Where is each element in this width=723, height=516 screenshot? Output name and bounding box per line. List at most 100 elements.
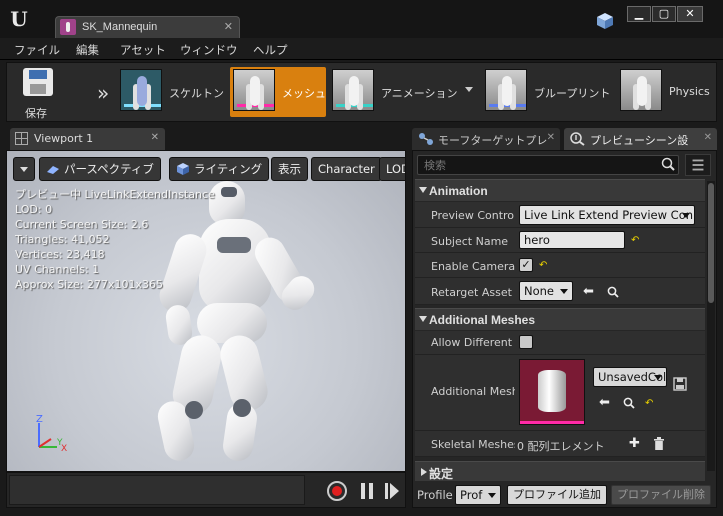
chevron-down-icon	[560, 289, 568, 294]
tab-preview-scene-settings[interactable]: プレビューシーン設 ✕	[564, 128, 717, 150]
subject-name-label: Subject Name	[431, 235, 509, 248]
mode-blueprint-button[interactable]: ブループリント	[482, 67, 612, 117]
mode-skeleton-button[interactable]: スケルトン	[117, 67, 224, 117]
mode-animation-button[interactable]: アニメーション	[329, 67, 477, 117]
perspective-icon	[47, 166, 59, 174]
character-button[interactable]: Character	[311, 157, 382, 181]
collapse-arrow-icon	[421, 468, 427, 476]
viewport-tab-label: Viewport 1	[34, 132, 94, 145]
stat-uv-channels: UV Channels: 1	[15, 263, 100, 276]
blueprint-thumbnail-icon	[485, 69, 527, 111]
mode-skeleton-label: スケルトン	[169, 87, 224, 100]
mode-physics-label: Physics	[669, 85, 710, 98]
add-profile-button[interactable]: プロファイル追加	[507, 485, 607, 505]
help-cube-icon[interactable]	[596, 12, 614, 30]
axis-x-label: X	[61, 444, 67, 453]
row-retarget-asset: Retarget Asset None ⬅	[415, 278, 705, 305]
animation-dropdown-icon[interactable]	[465, 87, 473, 92]
menu-asset[interactable]: アセット	[120, 42, 166, 58]
save-asset-icon[interactable]	[673, 377, 687, 391]
search-input[interactable]	[418, 156, 678, 174]
perspective-button[interactable]: パースペクティブ	[39, 157, 161, 181]
lighting-button[interactable]: ライティング	[169, 157, 270, 181]
profile-dropdown[interactable]: Prof	[455, 485, 501, 505]
additional-mesh-dropdown[interactable]: UnsavedCol	[593, 367, 667, 387]
minimize-button[interactable]: ▁	[627, 6, 651, 22]
asset-tab-label: SK_Mannequin	[82, 21, 158, 33]
tab-morph-close-icon[interactable]: ✕	[547, 132, 555, 143]
viewport-tab[interactable]: Viewport 1 ✕	[10, 128, 165, 150]
asset-editor-tab[interactable]: SK_Mannequin ✕	[55, 16, 240, 38]
mode-mesh-button[interactable]: メッシュ	[230, 67, 326, 117]
menu-window[interactable]: ウィンドウ	[180, 42, 238, 58]
mode-mesh-label: メッシュ	[282, 87, 326, 100]
viewport-tabbar: Viewport 1 ✕	[6, 128, 406, 150]
viewport-toolbar: パースペクティブ ライティング 表示 Character LOD	[9, 157, 405, 181]
search-icon	[661, 157, 675, 171]
retarget-asset-dropdown[interactable]: None	[519, 281, 573, 301]
mesh-thumbnail-icon	[233, 69, 275, 111]
tab-morph-target-preview[interactable]: モーフターゲットプレ ✕	[412, 128, 560, 150]
enable-camera-checkbox[interactable]: ✓	[519, 258, 533, 272]
profile-label: Profile	[417, 488, 453, 502]
show-button[interactable]: 表示	[271, 157, 308, 181]
chevron-down-icon	[654, 375, 662, 380]
category-settings[interactable]: 設定	[415, 461, 705, 481]
skeleton-thumbnail-icon	[120, 69, 162, 111]
allow-different-checkbox[interactable]	[519, 335, 533, 349]
tab-preview-close-icon[interactable]: ✕	[704, 132, 712, 143]
lod-button[interactable]: LOD	[379, 157, 405, 181]
preview-controller-label: Preview Controll	[431, 209, 515, 222]
details-scrollbar[interactable]	[707, 181, 715, 471]
category-animation[interactable]: Animation	[415, 179, 705, 201]
stat-preview: プレビュー中 LiveLinkExtendInstance	[15, 188, 215, 201]
viewport[interactable]: パースペクティブ ライティング 表示 Character LOD プレビュー中 …	[6, 150, 406, 472]
menu-edit[interactable]: 編集	[76, 42, 99, 58]
pause-button[interactable]	[361, 483, 373, 499]
stat-lod: LOD: 0	[15, 203, 53, 216]
right-panel-tabbar: モーフターゲットプレ ✕ プレビューシーン設 ✕	[412, 128, 717, 150]
scrollbar-thumb[interactable]	[708, 183, 714, 303]
mode-physics-button[interactable]: Physics	[617, 67, 717, 117]
timeline-bar[interactable]	[9, 475, 305, 505]
view-options-icon[interactable]	[685, 154, 711, 176]
use-selected-arrow-icon[interactable]: ⬅	[583, 285, 597, 298]
browse-search-icon[interactable]	[623, 397, 635, 409]
menu-help[interactable]: ヘルプ	[253, 42, 288, 58]
save-button[interactable]: 保存	[11, 65, 63, 120]
profile-value: Prof	[460, 488, 483, 502]
row-subject-name: Subject Name hero ↶	[415, 228, 705, 253]
preview-controller-dropdown[interactable]: Live Link Extend Preview Con	[519, 205, 695, 225]
details-search-box	[417, 155, 679, 175]
preview-controller-value: Live Link Extend Preview Con	[524, 208, 694, 222]
animation-thumbnail-icon	[332, 69, 374, 111]
chevron-down-icon	[682, 213, 690, 218]
maximize-button[interactable]: ▢	[652, 6, 676, 22]
trash-icon[interactable]	[653, 437, 665, 450]
category-additional-meshes[interactable]: Additional Meshes	[415, 308, 705, 330]
viewport-tab-close-icon[interactable]: ✕	[151, 132, 159, 143]
row-preview-controller: Preview Controll Live Link Extend Previe…	[415, 202, 705, 228]
add-element-icon[interactable]: ✚	[629, 436, 640, 451]
use-selected-arrow-icon[interactable]: ⬅	[599, 396, 613, 409]
close-window-button[interactable]: ✕	[677, 6, 703, 22]
chevron-double-right-icon: »	[97, 81, 110, 105]
additional-mesh-thumbnail[interactable]	[519, 359, 585, 425]
mode-animation-label: アニメーション	[381, 87, 458, 100]
menu-file[interactable]: ファイル	[14, 42, 60, 58]
row-enable-camera-sync: Enable Camera S ✓ ↶	[415, 253, 705, 278]
subject-name-input[interactable]: hero	[519, 231, 625, 249]
retarget-asset-label: Retarget Asset	[431, 286, 512, 299]
viewport-options-button[interactable]	[13, 157, 35, 181]
viewport-footer	[6, 472, 406, 508]
reset-to-default-icon[interactable]: ↶	[539, 261, 549, 271]
browse-search-icon[interactable]	[607, 286, 619, 298]
record-button[interactable]	[327, 481, 347, 501]
reset-to-default-icon[interactable]: ↶	[631, 236, 641, 246]
step-forward-button[interactable]	[385, 483, 399, 499]
reset-to-default-icon[interactable]: ↶	[645, 399, 655, 409]
remove-profile-button[interactable]: プロファイル削除	[611, 485, 711, 505]
save-label: 保存	[25, 107, 47, 120]
asset-tab-close-icon[interactable]: ✕	[224, 20, 233, 33]
row-skeletal-meshes: Skeletal Meshes 0 配列エレメント ✚	[415, 431, 705, 457]
